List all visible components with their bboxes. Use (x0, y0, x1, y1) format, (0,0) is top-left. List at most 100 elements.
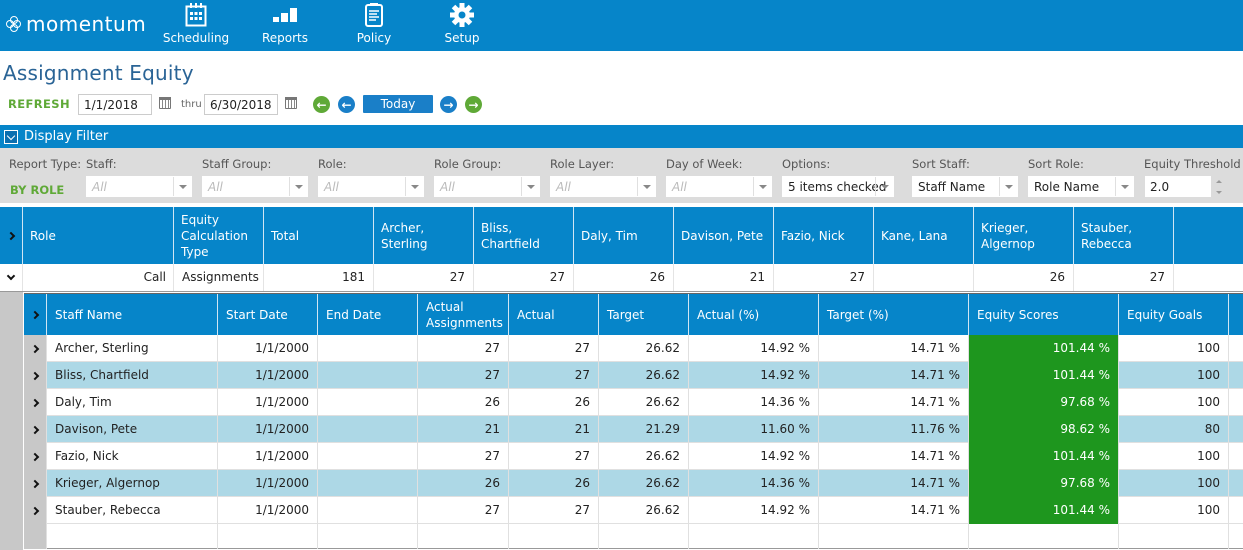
nav-setup[interactable]: Setup (444, 2, 480, 48)
expand-row-icon[interactable] (24, 443, 46, 470)
column-header-equity-scores[interactable]: Equity Scores (968, 294, 1118, 335)
day-of-week-select[interactable]: All (666, 176, 772, 197)
options-select[interactable]: 5 items checked (782, 176, 894, 197)
column-header-daly-tim[interactable]: Daly, Tim (573, 207, 673, 264)
cell-target: 14.71 % (818, 335, 968, 362)
cell-staff-name: Daly, Tim (46, 389, 217, 416)
end-date-input[interactable] (204, 94, 278, 115)
cell-blank (1228, 362, 1243, 389)
staff-row[interactable]: Fazio, Nick 1/1/2000 27 27 26.62 14.92 % 14.71… (24, 443, 1243, 470)
expand-row-icon[interactable] (24, 416, 46, 443)
cell-equity-goals: 100 (1118, 470, 1228, 497)
sort-role-select[interactable]: Role Name (1028, 176, 1134, 197)
chevron-down-icon[interactable] (753, 177, 771, 196)
nav-policy[interactable]: Policy (354, 2, 394, 48)
role-group-select[interactable]: All (434, 176, 540, 197)
empty-cell (598, 524, 688, 549)
staff-group-select[interactable]: All (202, 176, 308, 197)
column-header-total[interactable]: Total (263, 207, 373, 264)
today-button[interactable]: Today (363, 95, 433, 113)
chevron-down-icon[interactable] (1115, 177, 1133, 196)
column-header-actual[interactable]: Actual (%) (688, 294, 818, 335)
column-header-start-date[interactable]: Start Date (217, 294, 317, 335)
expand-row-icon[interactable] (24, 335, 46, 362)
staff-select[interactable]: All (86, 176, 192, 197)
staff-row[interactable]: Daly, Tim 1/1/2000 26 26 26.62 14.36 % 14.71 %… (24, 389, 1243, 416)
column-header-target[interactable]: Target (598, 294, 688, 335)
expand-row-icon[interactable] (24, 389, 46, 416)
column-header-equity-goals[interactable]: Equity Goals (1118, 294, 1228, 335)
column-header-target[interactable]: Target (%) (818, 294, 968, 335)
column-header-actual-assignments[interactable]: Actual Assignments (417, 294, 508, 335)
column-header-blank[interactable] (1228, 294, 1243, 335)
collapse-row-icon[interactable] (0, 264, 22, 291)
chevron-down-icon[interactable] (999, 177, 1017, 196)
nav-scheduling[interactable]: Scheduling (162, 2, 230, 48)
column-header-stauber-rebecca[interactable]: Stauber, Rebecca (1073, 207, 1173, 264)
prev-period-icon[interactable]: ← (313, 96, 330, 113)
top-nav-bar: momentum Scheduling Reports Policy Setup (0, 0, 1243, 51)
staff-row[interactable]: Stauber, Rebecca 1/1/2000 27 27 26.62 14.92 %… (24, 497, 1243, 524)
prev-day-icon[interactable]: ← (338, 96, 355, 113)
equity-threshold-input[interactable]: 2.0 (1145, 176, 1211, 197)
role-row[interactable]: Call Assignments 181 27 27 26 21 27 26 27 (0, 264, 1243, 292)
expand-row-icon[interactable] (24, 497, 46, 524)
threshold-spinner[interactable] (1215, 178, 1223, 196)
column-header-kane-lana[interactable]: Kane, Lana (873, 207, 973, 264)
start-date-input[interactable] (78, 94, 152, 115)
column-header-actual[interactable]: Actual (508, 294, 598, 335)
end-date-calendar-icon[interactable] (285, 97, 297, 109)
expand-all-staff-icon[interactable] (24, 294, 46, 335)
staff-row[interactable]: Krieger, Algernop 1/1/2000 26 26 26.62 14.36 … (24, 470, 1243, 497)
chevron-down-icon[interactable] (405, 177, 423, 196)
empty-cell (317, 524, 417, 549)
sort-staff-select[interactable]: Staff Name (912, 176, 1018, 197)
column-header-archer-sterling[interactable]: Archer, Sterling (373, 207, 473, 264)
column-header-role[interactable]: Role (22, 207, 174, 264)
column-header-bliss-chartfield[interactable]: Bliss, Chartfield (473, 207, 573, 264)
column-header-blank[interactable] (1173, 207, 1243, 264)
cell-target: 26.62 (598, 335, 688, 362)
cell-actual-assignments: 21 (417, 416, 508, 443)
column-header-equity-calculation-type[interactable]: Equity Calculation Type (173, 207, 263, 264)
filter-collapse-icon[interactable] (4, 130, 18, 144)
start-date-calendar-icon[interactable] (159, 97, 171, 109)
chevron-down-icon[interactable] (289, 177, 307, 196)
staff-row[interactable]: Davison, Pete 1/1/2000 21 21 21.29 11.60 % 11.… (24, 416, 1243, 443)
chevron-down-icon[interactable] (637, 177, 655, 196)
nav-reports[interactable]: Reports (262, 2, 308, 48)
report-type-value[interactable]: BY ROLE (10, 183, 64, 197)
cell-target: 11.76 % (818, 416, 968, 443)
empty-cell (217, 524, 317, 549)
role-layer-select[interactable]: All (550, 176, 656, 197)
chevron-down-icon[interactable] (875, 177, 893, 196)
expand-row-icon[interactable] (24, 470, 46, 497)
column-header-staff-name[interactable]: Staff Name (46, 294, 217, 335)
app-logo[interactable]: momentum (6, 12, 146, 36)
column-header-davison-pete[interactable]: Davison, Pete (673, 207, 773, 264)
cell-target: 14.71 % (818, 389, 968, 416)
staff-grid-header: Staff Name Start Date End Date Actual Assig… (24, 293, 1243, 335)
display-filter-bar[interactable]: Display Filter (0, 125, 1243, 148)
cell-end-date (317, 416, 417, 443)
cell-end-date (317, 443, 417, 470)
role-grid-header: Role Equity Calculation Type Total Archer, … (0, 207, 1243, 264)
staff-row[interactable]: Archer, Sterling 1/1/2000 27 27 26.62 14.92 %… (24, 335, 1243, 362)
column-header-fazio-nick[interactable]: Fazio, Nick (773, 207, 873, 264)
chevron-down-icon[interactable] (521, 177, 539, 196)
column-header-end-date[interactable]: End Date (317, 294, 417, 335)
staff-row[interactable]: Bliss, Chartfield 1/1/2000 27 27 26.62 14.92 … (24, 362, 1243, 389)
next-day-icon[interactable]: → (440, 96, 457, 113)
next-period-icon[interactable]: → (465, 96, 482, 113)
refresh-button[interactable]: REFRESH (8, 97, 70, 111)
expand-all-icon[interactable] (0, 207, 22, 264)
role-select[interactable]: All (318, 176, 424, 197)
column-header-krieger-algernop[interactable]: Krieger, Algernop (973, 207, 1073, 264)
chevron-down-icon[interactable] (173, 177, 191, 196)
cell-start-date: 1/1/2000 (217, 335, 317, 362)
empty-cell (1118, 524, 1228, 549)
role-group-label: Role Group: (434, 157, 502, 171)
cell-archer-sterling: 27 (373, 264, 473, 291)
expand-row-icon[interactable] (24, 362, 46, 389)
nav-scheduling-label: Scheduling (162, 31, 230, 45)
